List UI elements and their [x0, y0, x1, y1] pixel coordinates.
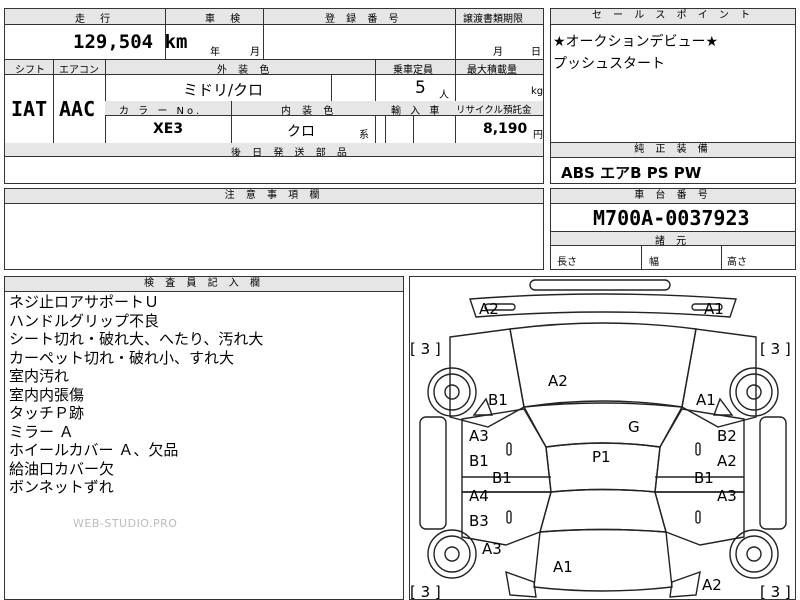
watermark: WEB-STUDIO.PRO [73, 517, 178, 530]
inspector-note: 室内汚れ [9, 367, 70, 385]
width-label: 幅 [649, 257, 659, 268]
original-equipment: 純 正 装 備 ABS エアB PS PW [550, 142, 796, 184]
mark-door-rr-a: A3 [717, 487, 737, 505]
mark-roof: P1 [592, 448, 611, 466]
color-number-label: カ ラ ー No. [119, 106, 203, 117]
mark-trunk: A1 [553, 558, 573, 576]
capacity-label: 乗車定員 [393, 65, 433, 76]
inspector-note: シート切れ・破れ大、へたり、汚れ大 [9, 330, 264, 348]
mark-front-left: A2 [479, 300, 499, 318]
mark-door-fr-b: A2 [717, 452, 737, 470]
inspector-note: ネジ止ロアサポートＵ [9, 293, 160, 311]
aircon-label: エアコン [59, 65, 99, 76]
inspector-note: カーペット切れ・破れ小、すれ大 [9, 348, 235, 367]
car-outline-diagram [419, 279, 787, 598]
inspector-note: ボンネットずれ [9, 478, 114, 496]
interior-color-value: クロ [287, 124, 315, 140]
mark-pillar-left: B1 [492, 469, 512, 487]
recycle-deposit-unit: 円 [533, 130, 543, 141]
chassis-number-value: M700A-0037923 [593, 206, 750, 230]
mark-pillar-right: B1 [694, 469, 714, 487]
max-load-label: 最大積載量 [467, 65, 517, 76]
vehicle-info-details: シフト エアコン 外 装 色 乗車定員 最大積載量 IAT AAC ミドリ/クロ… [4, 59, 544, 159]
shift-label: シフト [15, 65, 45, 76]
inspector-note: 給油口カバー欠 [9, 459, 115, 478]
exterior-color-value: ミドリ/クロ [183, 81, 264, 99]
mark-windshield: G [628, 418, 640, 436]
inspector-notes-header: 検 査 員 記 入 欄 [5, 277, 403, 292]
mark-tire-rear-left: [ 3 ] [410, 583, 441, 600]
interior-color-label: 内 装 色 [281, 106, 338, 117]
shift-value: IAT [11, 97, 48, 121]
length-label: 長さ [557, 257, 577, 268]
caution-notes-header: 注 意 事 項 欄 [5, 189, 543, 204]
inspector-note: ホイールカバー Ａ、欠品 [9, 441, 179, 459]
exterior-color-label: 外 装 色 [217, 65, 274, 76]
inspector-note: ハンドルグリップ不良 [9, 311, 160, 330]
original-equipment-header: 純 正 装 備 [551, 143, 795, 158]
dimensions-label: 諸 元 [655, 236, 691, 247]
inspector-note: ミラー Ａ [9, 422, 74, 441]
mark-rear-right: A2 [702, 576, 722, 594]
recycle-deposit-value: 8,190 [483, 121, 528, 137]
height-label: 高さ [727, 257, 747, 268]
registration-label: 登 録 番 号 [325, 14, 403, 25]
mileage-label: 走 行 [75, 14, 117, 25]
mileage-value: 129,504 km [73, 31, 188, 53]
original-equipment-value: ABS エアB PS PW [561, 164, 702, 182]
inspection-month: 月 [250, 47, 260, 58]
import-label: 輸 入 車 [391, 106, 443, 117]
capacity-unit: 人 [439, 90, 449, 101]
mark-fender-right: A1 [696, 391, 716, 409]
sales-point-line-1: ★オークションデビュー★ [553, 34, 719, 50]
mark-hood: A2 [548, 372, 568, 390]
sales-point-line-2: プッシュスタート [553, 56, 665, 72]
mark-tire-front-right: [ 3 ] [760, 340, 791, 358]
recycle-deposit-label: リサイクル預託金 [456, 105, 532, 116]
sales-points-header: セ ー ル ス ポ イ ン ト [551, 9, 795, 25]
inspector-notes-list: ネジ止ロアサポートＵ ハンドルグリップ不良 シート切れ・破れ大、へたり、汚れ大 … [9, 293, 263, 497]
later-parts-area [4, 156, 544, 184]
mark-front-right: A1 [704, 300, 724, 318]
damage-diagram: A2 A1 [ 3 ] [ 3 ] A2 B1 A1 G P1 A3 B1 B2… [409, 276, 796, 600]
max-load-unit: kg [531, 86, 544, 97]
capacity-value: 5 [415, 78, 426, 98]
interior-color-suffix: 系 [359, 130, 369, 141]
mark-door-fl-b: B1 [469, 452, 489, 470]
chassis-number-header: 車 台 番 号 [551, 189, 795, 204]
transfer-day: 日 [531, 47, 541, 58]
mark-quarter-left: A3 [482, 540, 502, 558]
chassis-block: 車 台 番 号 M700A-0037923 諸 元 長さ 幅 高さ [550, 188, 796, 270]
inspector-note: 室内内張傷 [9, 385, 85, 404]
aircon-value: AAC [59, 97, 96, 121]
vehicle-info-top: 走 行 車 検 登 録 番 号 譲渡書類期限 129,504 km 年 月 月 … [4, 8, 544, 60]
mark-door-fr-a: B2 [717, 427, 737, 445]
mark-door-rl-b: B3 [469, 512, 489, 530]
mark-fender-left: B1 [488, 391, 508, 409]
caution-notes: 注 意 事 項 欄 [4, 188, 544, 270]
inspector-notes: 検 査 員 記 入 欄 ネジ止ロアサポートＵ ハンドルグリップ不良 シート切れ・… [4, 276, 404, 600]
mark-tire-rear-right: [ 3 ] [760, 583, 791, 600]
mark-door-fl-a: A3 [469, 427, 489, 445]
inspection-label: 車 検 [205, 14, 247, 25]
sales-points: セ ー ル ス ポ イ ン ト ★オークションデビュー★ プッシュスタート [550, 8, 796, 156]
transfer-deadline-label: 譲渡書類期限 [463, 14, 523, 25]
inspection-year: 年 [210, 47, 220, 58]
transfer-month: 月 [493, 47, 503, 58]
color-number-value: XE3 [153, 121, 184, 137]
mark-tire-front-left: [ 3 ] [410, 340, 441, 358]
mark-door-rl-a: A4 [469, 487, 489, 505]
inspector-note: タッチＰ跡 [9, 404, 85, 422]
